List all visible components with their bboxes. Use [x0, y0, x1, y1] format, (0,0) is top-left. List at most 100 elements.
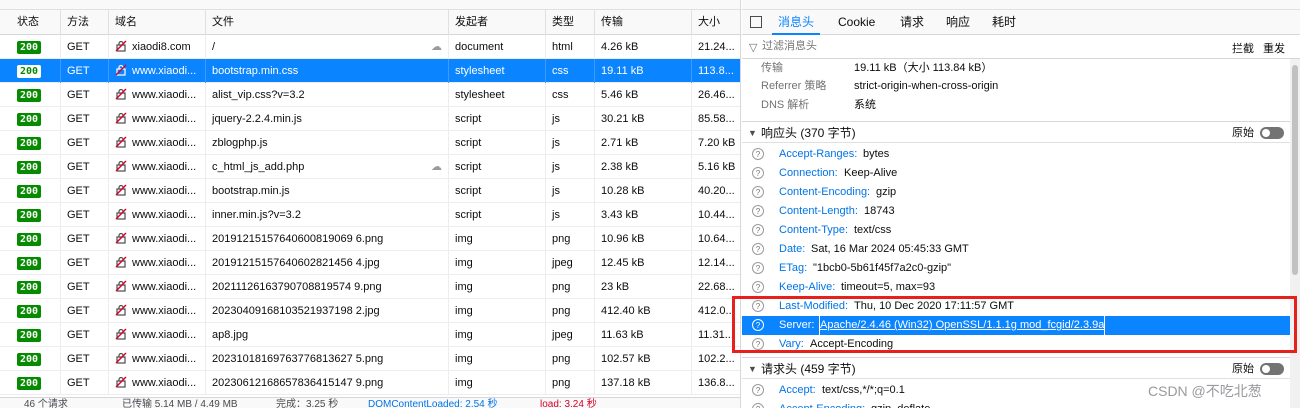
resend-button[interactable]: 重发 [1263, 40, 1285, 56]
help-icon[interactable]: ? [752, 224, 764, 236]
header-value[interactable]: timeout=5, max=93 [841, 278, 935, 297]
tab-headers[interactable]: 消息头 [772, 10, 821, 35]
table-row[interactable]: 200 GET www.xiaodi... 202304091681035219371… [0, 299, 740, 323]
table-row[interactable]: 200 GET www.xiaodi... bootstrap.min.css styl… [0, 59, 740, 83]
table-row[interactable]: 200 GET xiaodi8.com / ☁ document html 4.26 kB 21… [0, 35, 740, 59]
header-row[interactable]: ? Vary: Accept-Encoding [742, 335, 1290, 354]
help-icon[interactable]: ? [752, 384, 764, 396]
column-domain[interactable]: 域名 [109, 10, 206, 35]
tab-request[interactable]: 请求 [900, 10, 924, 35]
help-icon[interactable]: ? [752, 338, 764, 350]
header-value[interactable]: text/css [854, 221, 891, 240]
header-value[interactable]: Apache/2.4.46 (Win32) OpenSSL/1.1.1g mod… [818, 315, 1106, 336]
response-headers-section[interactable]: ▼ 响应头 (370 字节) 原始 [742, 121, 1300, 143]
request-headers-section[interactable]: ▼ 请求头 (459 字节) 原始 [742, 357, 1300, 379]
type-cell: html [546, 35, 595, 59]
status-badge: 200 [17, 329, 42, 342]
size-text: 11.31... [698, 329, 734, 341]
header-row[interactable]: ? Date: Sat, 16 Mar 2024 05:45:33 GMT [742, 240, 1290, 259]
header-value[interactable]: gzip [876, 183, 896, 202]
header-value[interactable]: text/css,*/*;q=0.1 [822, 381, 905, 400]
help-icon[interactable]: ? [752, 300, 764, 312]
table-row[interactable]: 200 GET www.xiaodi... 201912151576406028214… [0, 251, 740, 275]
help-icon[interactable]: ? [752, 281, 764, 293]
scrollbar-thumb[interactable] [1292, 65, 1298, 275]
table-row[interactable]: 200 GET www.xiaodi... 202306121686578364151… [0, 371, 740, 395]
header-row[interactable]: ? Content-Encoding: gzip [742, 183, 1290, 202]
header-row[interactable]: ? Accept-Encoding: gzip, deflate [742, 400, 1290, 408]
raw-toggle[interactable] [1260, 363, 1284, 375]
header-value[interactable]: Sat, 16 Mar 2024 05:45:33 GMT [811, 240, 969, 259]
header-value[interactable]: 18743 [864, 202, 895, 221]
header-row[interactable]: ? Content-Length: 18743 [742, 202, 1290, 221]
table-row[interactable]: 200 GET www.xiaodi... c_html_js_add.php ☁ scr… [0, 155, 740, 179]
domain-cell: www.xiaodi... [109, 59, 206, 83]
summary-value: strict-origin-when-cross-origin [854, 80, 999, 92]
help-icon[interactable]: ? [752, 262, 764, 274]
header-value[interactable]: gzip, deflate [871, 400, 930, 408]
block-button[interactable]: 拦截 [1232, 40, 1254, 56]
header-row[interactable]: ? Content-Type: text/css [742, 221, 1290, 240]
header-value[interactable]: Thu, 10 Dec 2020 17:11:57 GMT [854, 297, 1014, 316]
help-icon[interactable]: ? [752, 243, 764, 255]
type-text: png [552, 281, 571, 293]
transferred-cell: 2.38 kB [595, 155, 692, 179]
raw-toggle[interactable] [1260, 127, 1284, 139]
table-row[interactable]: 200 GET www.xiaodi... 202310181697637768136… [0, 347, 740, 371]
method-text: GET [67, 305, 90, 317]
table-row[interactable]: 200 GET www.xiaodi... ap8.jpg img jpeg 11.63 k… [0, 323, 740, 347]
type-text: js [552, 113, 560, 125]
filter-headers-input[interactable] [762, 40, 1162, 52]
domain-cell: xiaodi8.com [109, 35, 206, 59]
header-value[interactable]: "1bcb0-5b61f45f7a2c0-gzip" [813, 259, 951, 278]
header-row[interactable]: ? Server: Apache/2.4.46 (Win32) OpenSSL/1.… [742, 315, 1290, 336]
column-size[interactable]: 大小 [692, 10, 740, 35]
help-icon[interactable]: ? [752, 205, 764, 217]
header-value[interactable]: bytes [863, 145, 889, 164]
table-row[interactable]: 200 GET www.xiaodi... inner.min.js?v=3.2 scr… [0, 203, 740, 227]
column-initiator[interactable]: 发起者 [449, 10, 546, 35]
file-cell: inner.min.js?v=3.2 [206, 203, 449, 227]
tracker-icon: ☁ [431, 161, 442, 173]
method-cell: GET [61, 227, 109, 251]
initiator-text: img [455, 305, 473, 317]
domain-cell: www.xiaodi... [109, 227, 206, 251]
tab-cookie[interactable]: Cookie [838, 10, 875, 35]
header-value[interactable]: Accept-Encoding [810, 335, 893, 354]
table-row[interactable]: 200 GET www.xiaodi... alist_vip.css?v=3.2 st… [0, 83, 740, 107]
column-method[interactable]: 方法 [61, 10, 109, 35]
tab-timings[interactable]: 耗时 [992, 10, 1016, 35]
column-status[interactable]: 状态 [11, 10, 61, 35]
header-row[interactable]: ? Last-Modified: Thu, 10 Dec 2020 17:11:57… [742, 297, 1290, 316]
domain-cell: www.xiaodi... [109, 251, 206, 275]
help-icon[interactable]: ? [752, 319, 764, 331]
sidebar-toggle-icon[interactable] [750, 16, 762, 28]
header-value[interactable]: Keep-Alive [844, 164, 897, 183]
help-icon[interactable]: ? [752, 186, 764, 198]
help-icon[interactable]: ? [752, 148, 764, 160]
type-cell: js [546, 131, 595, 155]
header-row[interactable]: ? ETag: "1bcb0-5b61f45f7a2c0-gzip" [742, 259, 1290, 278]
transferred-cell: 11.63 kB [595, 323, 692, 347]
help-icon[interactable]: ? [752, 403, 764, 408]
insecure-lock-icon [115, 88, 127, 100]
status-cell: 200 [11, 35, 61, 59]
size-cell: 5.16 kB [692, 155, 740, 179]
scrollbar[interactable] [1290, 59, 1300, 408]
type-cell: jpeg [546, 323, 595, 347]
table-row[interactable]: 200 GET www.xiaodi... 202111261637907088195… [0, 275, 740, 299]
header-row[interactable]: ? Connection: Keep-Alive [742, 164, 1290, 183]
column-transferred[interactable]: 传输 [595, 10, 692, 35]
header-row[interactable]: ? Accept-Ranges: bytes [742, 145, 1290, 164]
column-type[interactable]: 类型 [546, 10, 595, 35]
table-row[interactable]: 200 GET www.xiaodi... jquery-2.2.4.min.js sc… [0, 107, 740, 131]
header-name: Content-Length: [779, 205, 858, 217]
header-name: Content-Type: [779, 224, 849, 236]
table-row[interactable]: 200 GET www.xiaodi... zblogphp.js script js 2.… [0, 131, 740, 155]
column-file[interactable]: 文件 [206, 10, 449, 35]
header-row[interactable]: ? Keep-Alive: timeout=5, max=93 [742, 278, 1290, 297]
table-row[interactable]: 200 GET www.xiaodi... 201912151576406008190… [0, 227, 740, 251]
table-row[interactable]: 200 GET www.xiaodi... bootstrap.min.js scrip… [0, 179, 740, 203]
help-icon[interactable]: ? [752, 167, 764, 179]
tab-response[interactable]: 响应 [946, 10, 970, 35]
